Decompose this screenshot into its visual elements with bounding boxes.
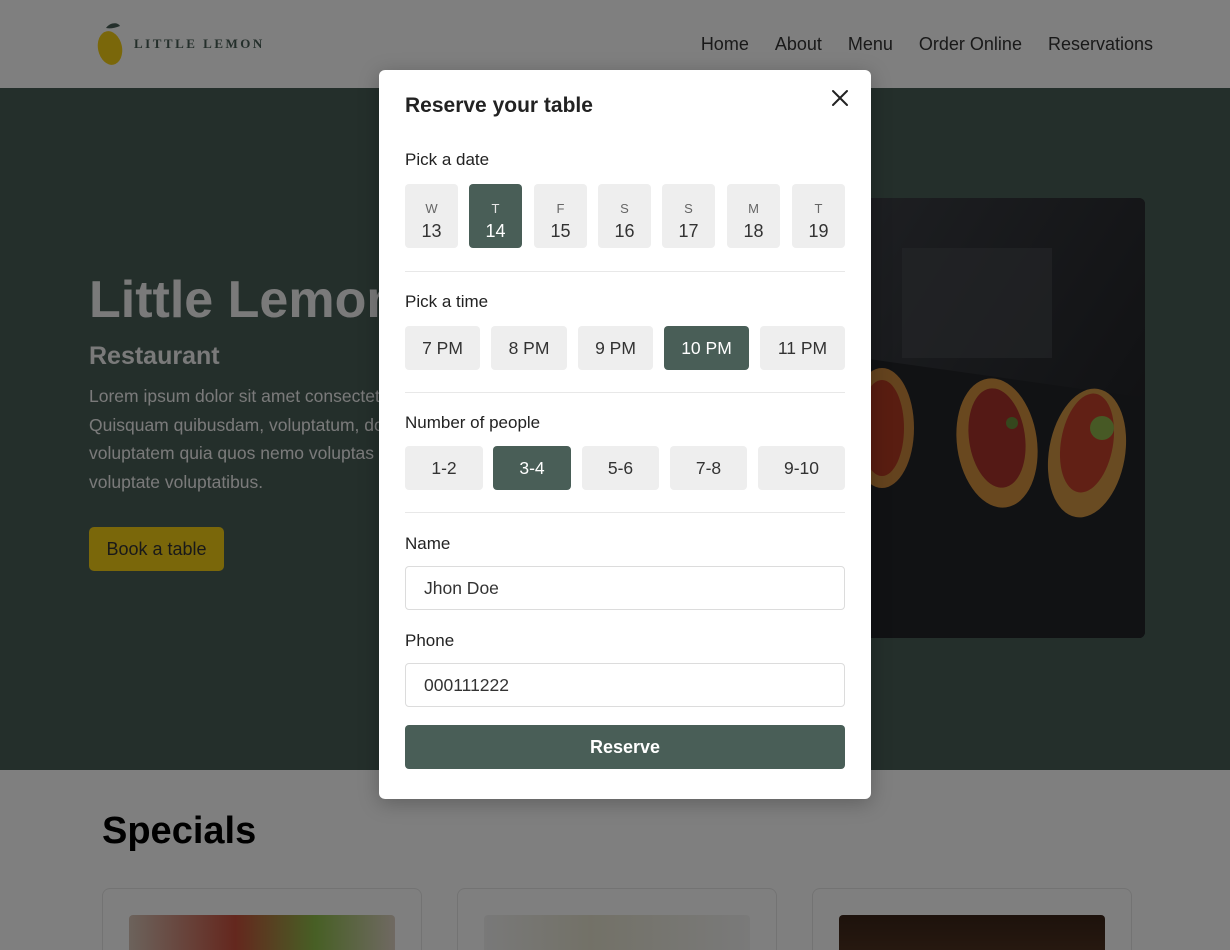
divider xyxy=(405,271,845,272)
time-option[interactable]: 9 PM xyxy=(578,326,653,370)
people-option[interactable]: 5-6 xyxy=(582,446,659,490)
date-day: 14 xyxy=(485,221,506,241)
time-option[interactable]: 7 PM xyxy=(405,326,480,370)
date-weekday: M xyxy=(748,201,759,216)
phone-input[interactable] xyxy=(405,663,845,707)
date-label: Pick a date xyxy=(405,150,490,169)
date-day: 18 xyxy=(743,221,764,241)
date-option[interactable]: T 19 xyxy=(792,184,845,248)
people-option[interactable]: 1-2 xyxy=(405,446,483,490)
name-label: Name xyxy=(405,534,451,553)
date-weekday: T xyxy=(814,201,823,216)
date-day: 15 xyxy=(550,221,571,241)
people-option-selected[interactable]: 3-4 xyxy=(493,446,571,490)
people-label: Number of people xyxy=(405,413,541,432)
date-option[interactable]: M 18 xyxy=(727,184,780,248)
name-input[interactable] xyxy=(405,566,845,610)
time-option[interactable]: 11 PM xyxy=(760,326,845,370)
people-option[interactable]: 7-8 xyxy=(670,446,747,490)
date-option[interactable]: W 13 xyxy=(405,184,458,248)
date-option-selected[interactable]: T 14 xyxy=(469,184,522,248)
date-day: 16 xyxy=(614,221,635,241)
time-option[interactable]: 8 PM xyxy=(491,326,567,370)
divider xyxy=(405,512,845,513)
date-option[interactable]: S 17 xyxy=(662,184,715,248)
reservation-modal: Reserve your table Pick a date W 13 T 14 F… xyxy=(379,70,871,799)
date-day: 19 xyxy=(808,221,829,241)
phone-label: Phone xyxy=(405,631,455,650)
date-weekday: S xyxy=(684,201,693,216)
reserve-button[interactable]: Reserve xyxy=(405,725,845,769)
date-weekday: F xyxy=(556,201,565,216)
close-icon xyxy=(827,90,853,114)
time-label: Pick a time xyxy=(405,292,489,311)
modal-title: Reserve your table xyxy=(405,94,593,117)
close-button[interactable] xyxy=(827,85,853,111)
date-day: 17 xyxy=(678,221,699,241)
date-weekday: T xyxy=(491,201,500,216)
divider xyxy=(405,392,845,393)
time-option-selected[interactable]: 10 PM xyxy=(664,326,749,370)
date-weekday: S xyxy=(620,201,629,216)
date-option[interactable]: F 15 xyxy=(534,184,587,248)
date-weekday: W xyxy=(425,201,438,216)
people-option[interactable]: 9-10 xyxy=(758,446,845,490)
date-option[interactable]: S 16 xyxy=(598,184,651,248)
date-day: 13 xyxy=(421,221,442,241)
